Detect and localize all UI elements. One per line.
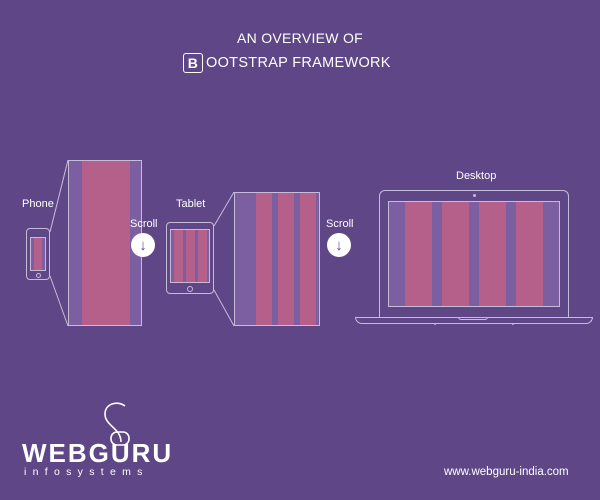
website-url[interactable]: www.webguru-india.com (444, 466, 569, 478)
laptop-camera (473, 194, 476, 197)
tablet-label: Tablet (176, 198, 206, 210)
webguru-logo-subtitle: infosystems (24, 466, 149, 478)
scroll-label-1: Scroll (130, 218, 158, 230)
webguru-logo: WEBGURU (22, 438, 174, 468)
phone-zoom-line-bottom (49, 275, 69, 327)
tablet-zoom-line-top (213, 191, 235, 227)
tablet-zoom-column (278, 193, 294, 325)
tablet-zoom-column (256, 193, 272, 325)
tablet-screen (170, 229, 210, 283)
desktop-column (516, 202, 543, 306)
tablet-grid-zoom (234, 192, 320, 326)
phone-zoom-line-top (49, 159, 69, 233)
laptop-base (355, 317, 593, 325)
tablet-device (166, 222, 214, 294)
desktop-column (442, 202, 469, 306)
laptop-notch (458, 317, 488, 320)
desktop-column (479, 202, 506, 306)
laptop-lid (379, 190, 569, 318)
tablet-home-button (187, 286, 193, 292)
scroll-down-icon-2: ↓ (327, 233, 351, 257)
scroll-label-2: Scroll (326, 218, 354, 230)
laptop-foot (512, 323, 514, 325)
laptop-screen (388, 201, 560, 307)
phone-zoom-column (82, 161, 130, 325)
desktop-label: Desktop (456, 170, 497, 182)
tablet-column (174, 230, 183, 282)
tablet-column (186, 230, 195, 282)
tablet-column (198, 230, 207, 282)
tablet-zoom-line-bottom (213, 289, 235, 327)
tablet-zoom-column (300, 193, 316, 325)
desktop-column (405, 202, 432, 306)
laptop-foot (434, 323, 436, 325)
scroll-down-icon-1: ↓ (131, 233, 155, 257)
